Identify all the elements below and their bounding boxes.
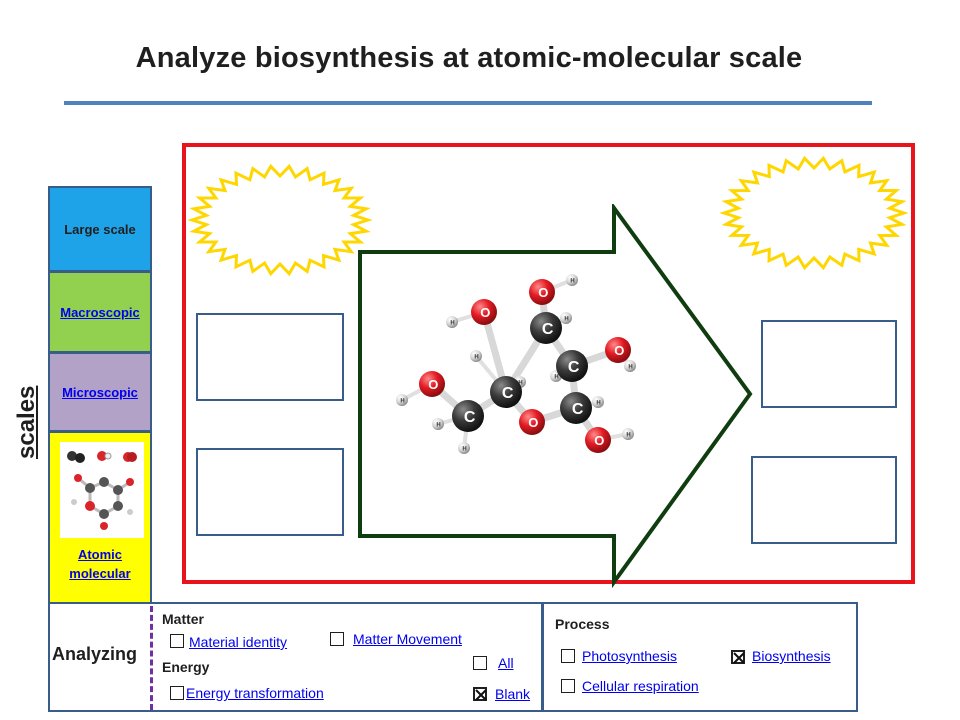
blank-link[interactable]: Blank xyxy=(495,686,530,702)
scale-large: Large scale xyxy=(48,186,152,272)
energy-transformation-link[interactable]: Energy transformation xyxy=(186,685,324,701)
oxygen-atom-label: O xyxy=(614,343,624,358)
scale-microscopic-link[interactable]: Microscopic xyxy=(62,385,138,400)
scales-label: scales xyxy=(13,385,40,459)
hydrogen-atom-label: H xyxy=(596,400,600,406)
hydrogen-atom-label: H xyxy=(570,278,574,284)
hydrogen-atom-label: H xyxy=(628,364,632,370)
hydrogen-atom-label: H xyxy=(400,398,404,404)
carbon-atom-label: C xyxy=(542,321,554,338)
scale-microscopic[interactable]: Microscopic xyxy=(48,352,152,432)
glucose-molecule-image: HHHHHHHHHHHH OOOOOO CCCCC xyxy=(396,274,636,454)
photosynthesis-checkbox[interactable] xyxy=(561,649,575,663)
biosynthesis-link[interactable]: Biosynthesis xyxy=(752,648,831,664)
biosynthesis-checkbox[interactable] xyxy=(731,650,745,664)
material-identity-link[interactable]: Material identity xyxy=(189,634,287,650)
carbon-atom-label: C xyxy=(568,359,580,376)
hydrogen-atom-label: H xyxy=(564,316,568,322)
page-title: Analyze biosynthesis at atomic-molecular… xyxy=(135,42,803,74)
hydrogen-atom-label: H xyxy=(474,354,478,360)
carbon-atom-label: C xyxy=(464,409,476,426)
energy-transformation-checkbox[interactable] xyxy=(170,686,184,700)
oxygen-atom-label: O xyxy=(594,433,604,448)
analyzing-divider xyxy=(150,606,153,710)
cellular-respiration-link[interactable]: Cellular respiration xyxy=(582,678,699,694)
scale-macroscopic-link[interactable]: Macroscopic xyxy=(60,305,139,320)
scale-macroscopic[interactable]: Macroscopic xyxy=(48,271,152,353)
oxygen-atom-label: O xyxy=(428,377,438,392)
reactant-box-bottom[interactable] xyxy=(196,448,344,536)
oxygen-atom-label: O xyxy=(538,285,548,300)
oxygen-atom-label: O xyxy=(528,415,538,430)
matter-movement-link[interactable]: Matter Movement xyxy=(353,631,462,647)
product-box-top[interactable] xyxy=(761,320,897,408)
molecule-thumbnail xyxy=(60,442,144,538)
all-link[interactable]: All xyxy=(498,655,514,671)
blank-checkbox[interactable] xyxy=(473,687,487,701)
carbon-atom-label: C xyxy=(502,385,514,402)
energy-heading: Energy xyxy=(162,659,210,675)
scale-atomic-link-line2[interactable]: molecular xyxy=(69,566,130,581)
hydrogen-atom-label: H xyxy=(626,432,630,438)
analyzing-label: Analyzing xyxy=(52,644,138,664)
reactant-box-top[interactable] xyxy=(196,313,344,401)
photosynthesis-link[interactable]: Photosynthesis xyxy=(582,648,677,664)
scale-atomic-link-line1[interactable]: Atomic xyxy=(78,547,122,562)
hydrogen-atom-label: H xyxy=(462,446,466,452)
title-underline xyxy=(64,101,872,105)
matter-heading: Matter xyxy=(162,611,205,627)
hydrogen-atom-label: H xyxy=(450,320,454,326)
process-heading: Process xyxy=(555,616,610,632)
oxygen-atom-label: O xyxy=(480,305,490,320)
cellular-respiration-checkbox[interactable] xyxy=(561,679,575,693)
all-checkbox[interactable] xyxy=(473,656,487,670)
hydrogen-atom-label: H xyxy=(554,374,558,380)
material-identity-checkbox[interactable] xyxy=(170,634,184,648)
product-box-bottom[interactable] xyxy=(751,456,897,544)
molecule-thumbnail-art xyxy=(67,451,137,530)
reactant-burst-icon xyxy=(188,164,372,276)
matter-movement-checkbox[interactable] xyxy=(330,632,344,646)
scale-atomic-molecular[interactable]: Atomic molecular xyxy=(48,431,152,605)
scale-large-label: Large scale xyxy=(64,221,136,237)
carbon-atom-label: C xyxy=(572,401,584,418)
hydrogen-atom-label: H xyxy=(436,422,440,428)
